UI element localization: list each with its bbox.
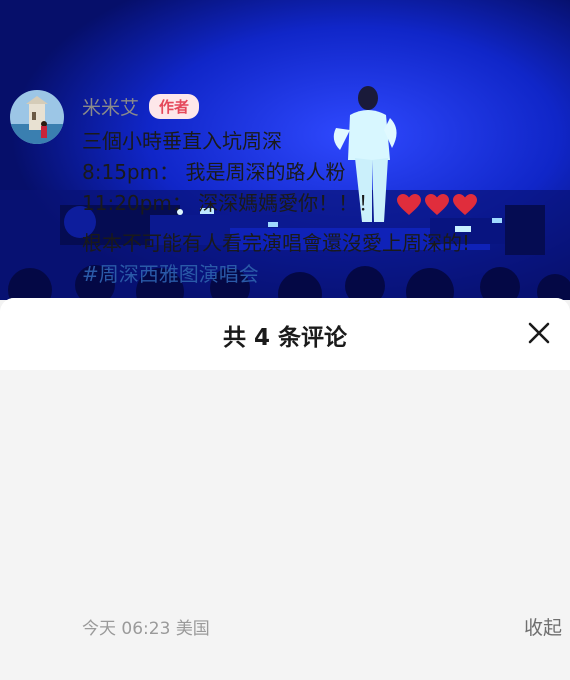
red-heart-icon xyxy=(453,193,478,215)
comment-line-2: 8:15pm： 我是周深的路人粉 xyxy=(82,160,346,184)
sheet-header: 共 4 条评论 xyxy=(0,298,570,370)
author-badge: 作者 xyxy=(149,93,200,119)
close-button[interactable] xyxy=(522,316,556,350)
avatar[interactable] xyxy=(10,90,64,144)
comment-body: 三個小時垂直入坑周深 8:15pm： 我是周深的路人粉 11:20pm： 深深媽… xyxy=(82,126,552,290)
close-icon xyxy=(528,322,550,344)
comment-meta: 今天 06:23 美国 xyxy=(82,614,210,639)
comment-time: 今天 06:23 xyxy=(82,619,171,639)
red-heart-icon xyxy=(397,193,422,215)
collapse-button[interactable]: 收起 xyxy=(524,613,562,640)
comment-line-3: 11:20pm： 深深媽媽愛你！！！ xyxy=(82,188,552,219)
sheet-title: 共 4 条评论 xyxy=(222,325,348,351)
author-name[interactable]: 米米艾 xyxy=(82,93,139,120)
author-row: 米米艾 作者 xyxy=(82,92,200,120)
comment-line-3-text: 11:20pm： 深深媽媽愛你！！！ xyxy=(82,191,379,215)
hashtag-link[interactable]: #周深西雅图演唱会 xyxy=(82,259,552,290)
hearts-group xyxy=(396,193,478,217)
red-heart-icon xyxy=(425,193,450,215)
comment-line-4: 根本不可能有人看完演唱會還沒愛上周深的! xyxy=(82,231,471,255)
comment-location: 美国 xyxy=(175,619,210,639)
comment-line-1: 三個小時垂直入坑周深 xyxy=(82,129,282,153)
